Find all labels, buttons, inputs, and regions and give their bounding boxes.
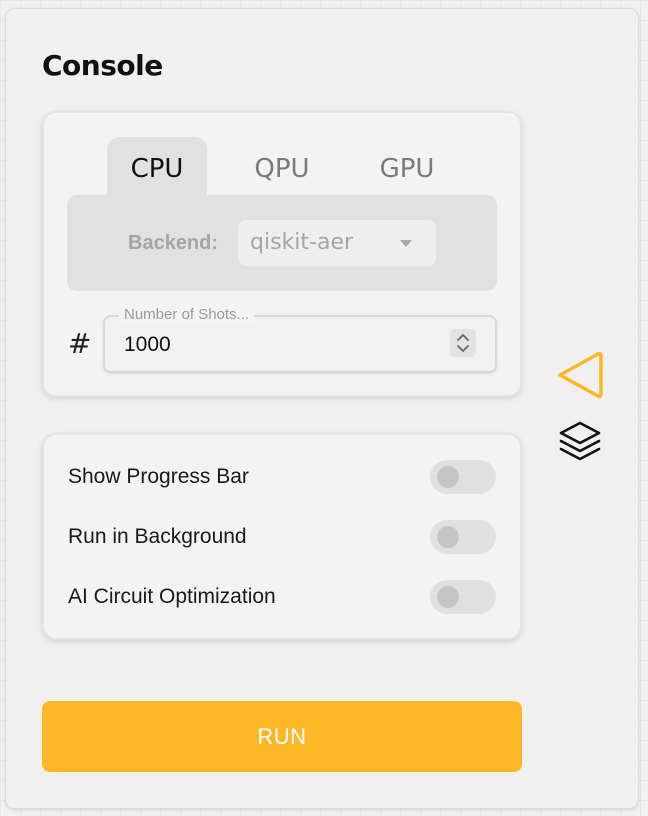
backend-select[interactable]: qiskit-aer	[238, 220, 436, 266]
backend-select-value: qiskit-aer	[250, 230, 354, 255]
toggle-knob	[437, 526, 459, 548]
stepper-arrows-icon	[457, 334, 469, 352]
run-button[interactable]: RUN	[42, 701, 522, 772]
tab-gpu[interactable]: GPU	[357, 137, 457, 197]
toggle-knob	[437, 586, 459, 608]
triangle-left-icon[interactable]	[556, 350, 606, 405]
console-title: Console	[42, 49, 163, 82]
option-label-run-background: Run in Background	[68, 525, 247, 548]
shots-label: Number of Shots...	[119, 306, 255, 324]
option-label-progress-bar: Show Progress Bar	[68, 465, 249, 488]
toggle-knob	[437, 466, 459, 488]
toggle-run-background[interactable]	[430, 520, 496, 554]
backend-label: Backend:	[128, 232, 219, 254]
toggle-progress-bar[interactable]	[430, 460, 496, 494]
layers-icon[interactable]	[558, 420, 602, 471]
shots-input[interactable]	[120, 332, 420, 358]
tab-cpu[interactable]: CPU	[107, 137, 207, 197]
tab-qpu[interactable]: QPU	[232, 137, 332, 197]
option-label-ai-optimization: AI Circuit Optimization	[68, 585, 276, 608]
hash-icon: #	[68, 327, 92, 360]
caret-down-icon	[400, 240, 412, 247]
shots-stepper[interactable]	[450, 329, 476, 357]
toggle-ai-optimization[interactable]	[430, 580, 496, 614]
